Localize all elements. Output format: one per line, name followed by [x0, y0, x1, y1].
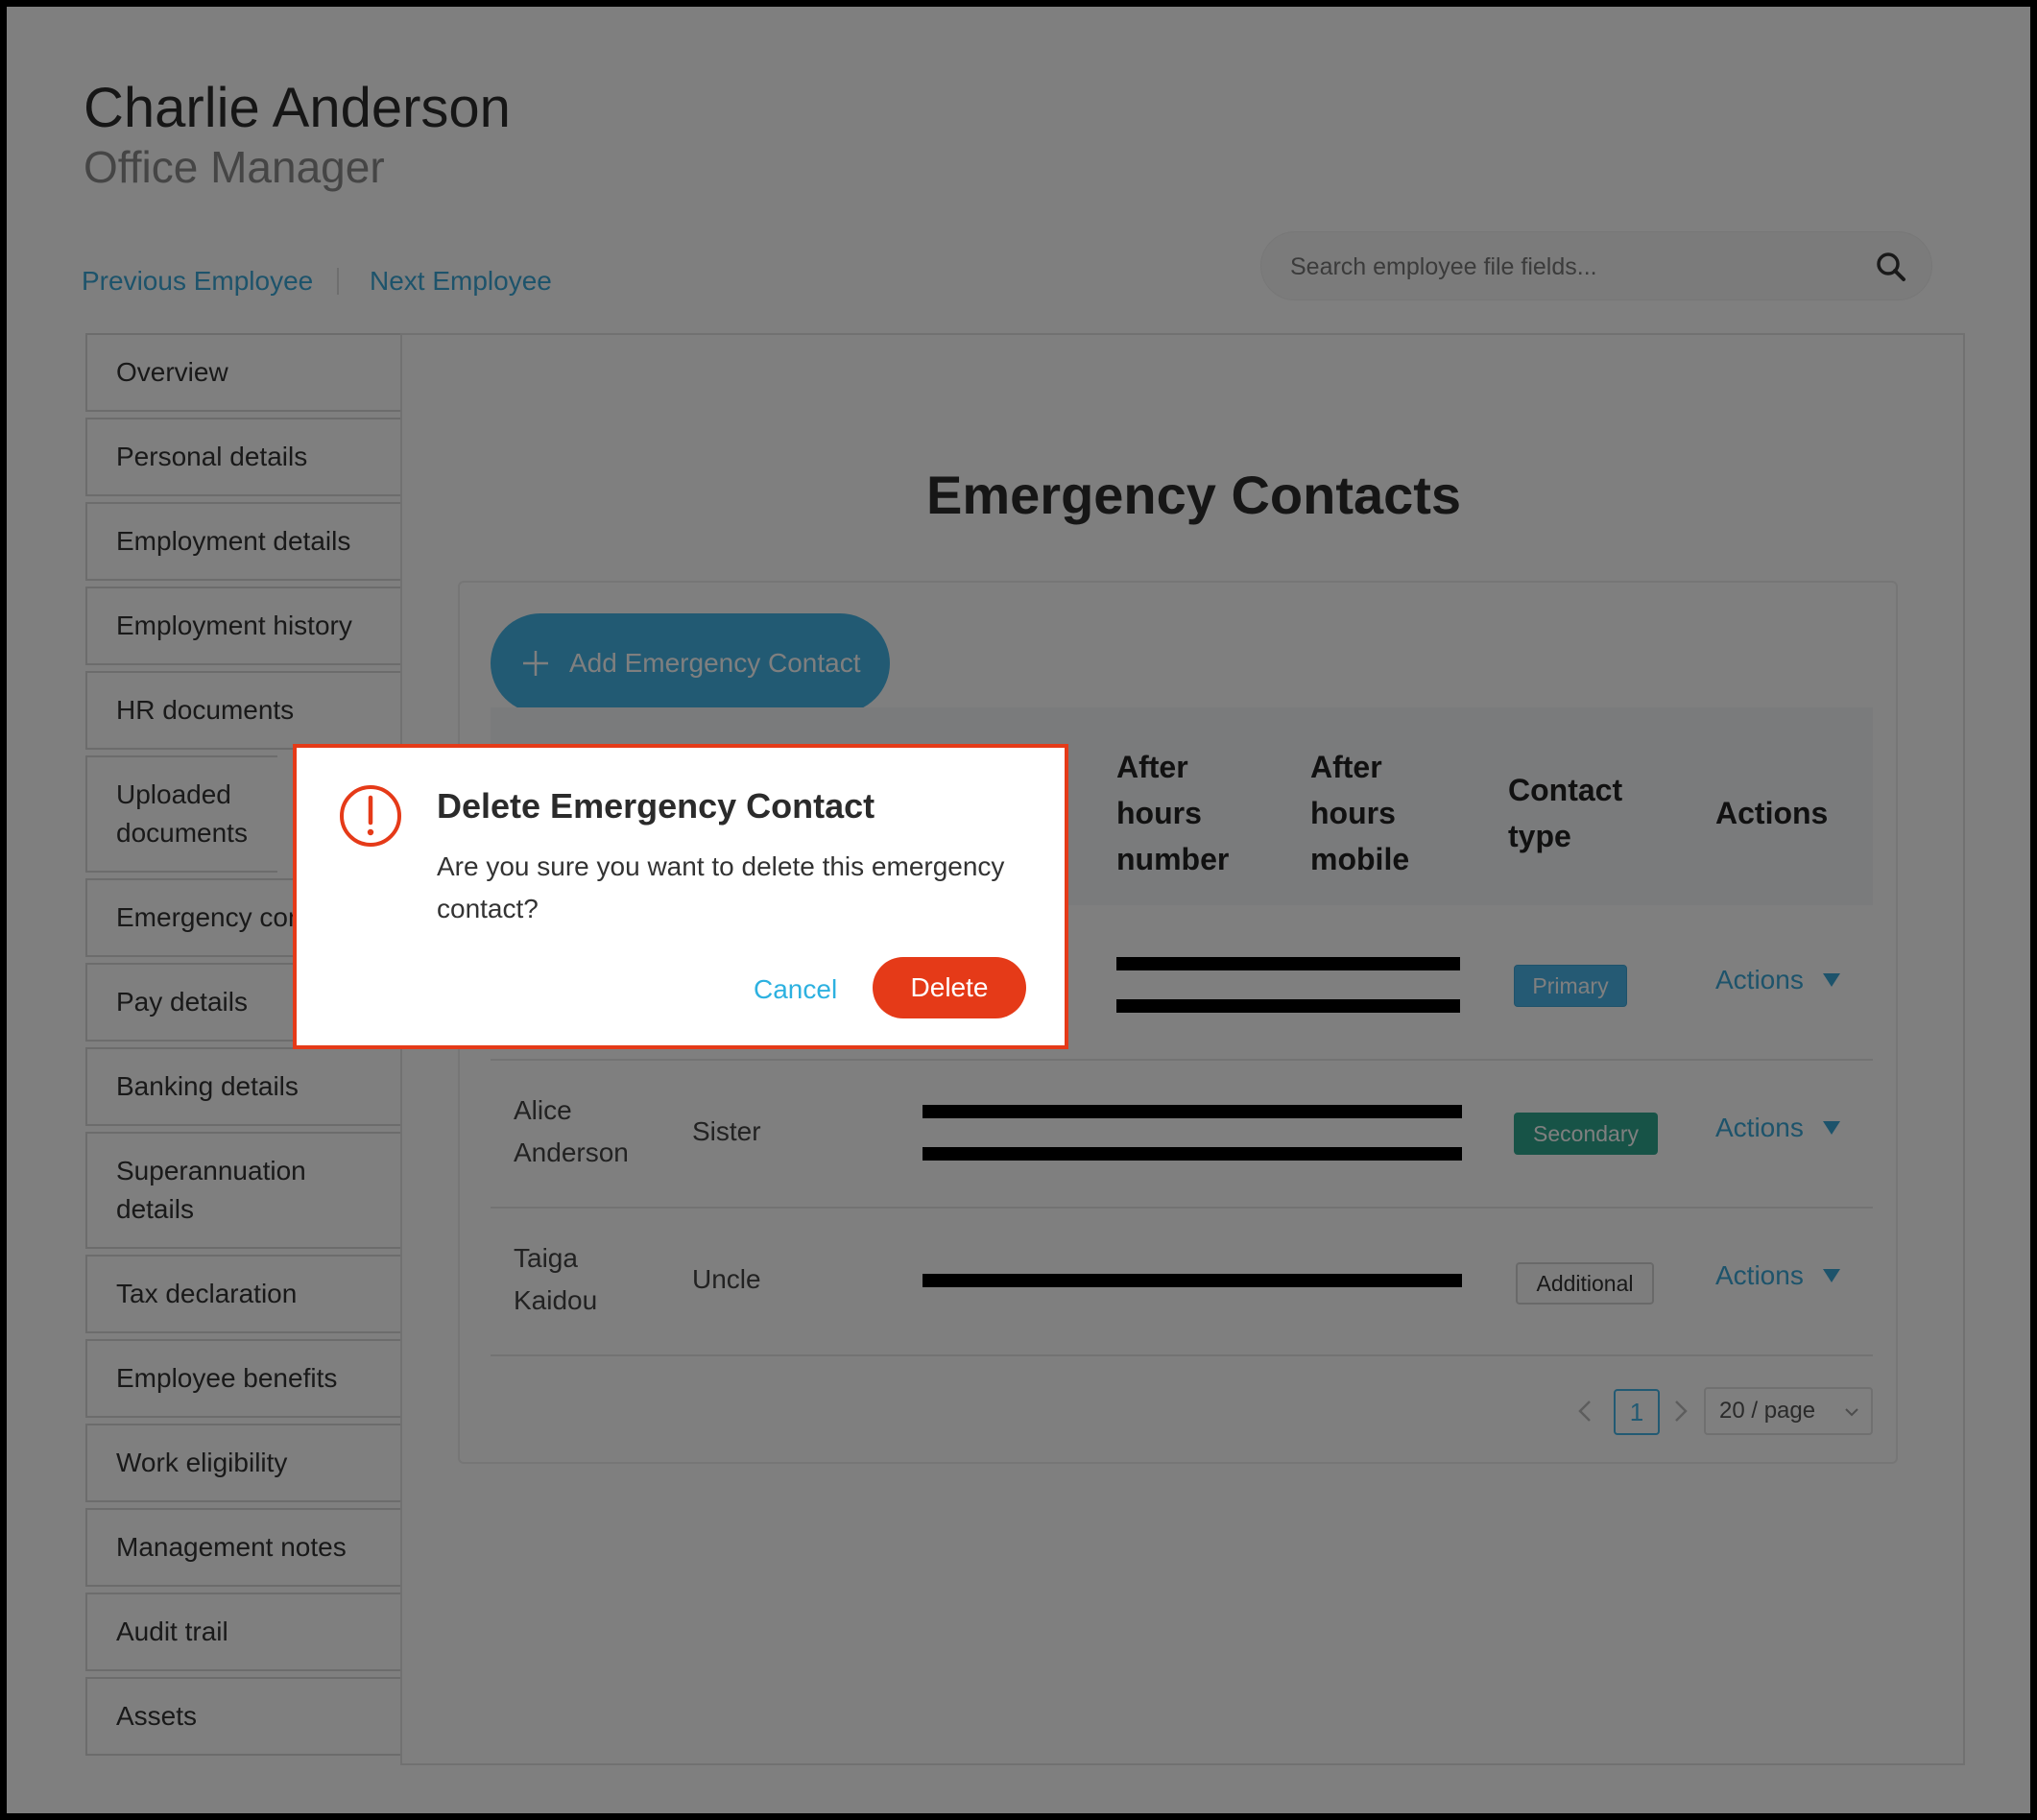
delete-button[interactable]: Delete	[873, 957, 1026, 1018]
dialog-message: Are you sure you want to delete this eme…	[437, 851, 1005, 923]
cancel-button[interactable]: Cancel	[754, 974, 837, 1005]
delete-confirm-dialog: Delete Emergency Contact Are you sure yo…	[293, 744, 1068, 1049]
app-frame: Charlie Anderson Office Manager Previous…	[7, 7, 2030, 1813]
warning-icon	[340, 785, 401, 847]
dialog-title: Delete Emergency Contact	[437, 786, 875, 826]
